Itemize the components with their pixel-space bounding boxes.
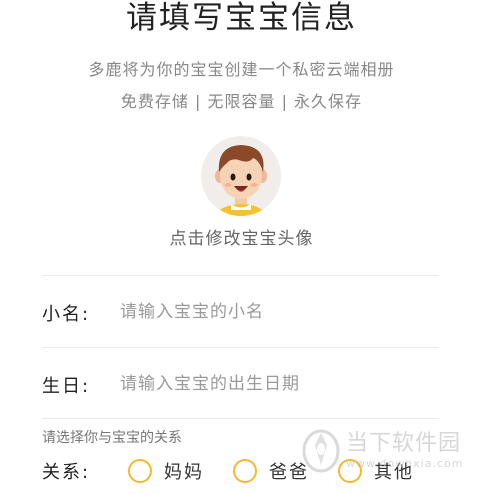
nickname-label: 小名: (42, 304, 91, 325)
page-title: 请填写宝宝信息 (126, 0, 357, 36)
watermark: 当下软件园 www.downxia.com (300, 420, 470, 480)
divider (42, 418, 439, 419)
watermark-logo-icon (302, 429, 340, 473)
birthday-input[interactable] (120, 369, 435, 399)
watermark-url: www.downxia.com (346, 456, 464, 470)
features-text: 免费存储 | 无限容量 | 永久保存 (120, 92, 363, 111)
avatar-caption[interactable]: 点击修改宝宝头像 (0, 224, 483, 249)
nickname-input[interactable] (120, 297, 435, 327)
relation-option-father[interactable]: 爸爸 (233, 456, 309, 486)
baby-face-icon (215, 145, 267, 216)
relation-option-mother[interactable]: 妈妈 (128, 456, 204, 486)
relation-hint: 请选择你与宝宝的关系 (42, 430, 182, 446)
radio-circle-icon (233, 459, 257, 483)
divider (42, 347, 439, 348)
relation-label: 关系: (42, 462, 91, 483)
watermark-text: 当下软件园 (346, 430, 462, 456)
page-subtitle: 多鹿将为你的宝宝创建一个私密云端相册 (88, 60, 395, 79)
radio-label: 妈妈 (164, 462, 204, 483)
birthday-label: 生日: (42, 376, 91, 397)
divider (42, 275, 439, 276)
radio-circle-icon (128, 459, 152, 483)
baby-avatar-button[interactable] (201, 136, 281, 216)
